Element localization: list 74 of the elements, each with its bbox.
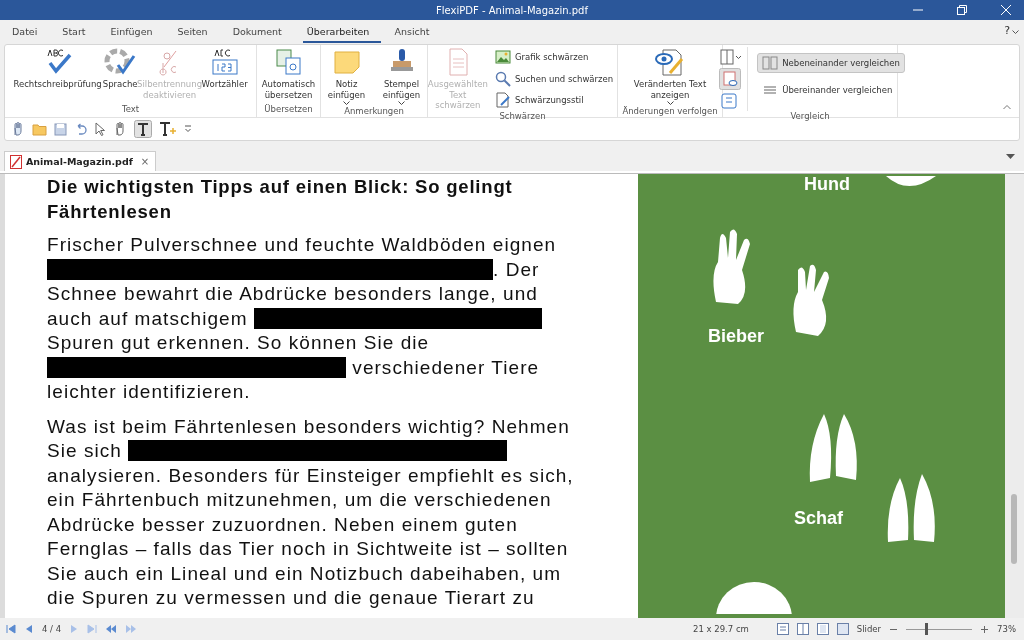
- zoom-mode-label: Slider: [856, 624, 882, 634]
- page-indicator: 4 / 4: [42, 624, 62, 634]
- zoom-in-icon[interactable]: [980, 624, 990, 634]
- ribbon-button[interactable]: Wortzähler: [201, 47, 248, 90]
- close-tab-button[interactable]: ×: [140, 156, 150, 167]
- continuous-page-icon[interactable]: [816, 623, 829, 635]
- menu-tab[interactable]: Ansicht: [390, 21, 442, 43]
- group-label: Übersetzen: [264, 104, 313, 116]
- picture-icon: [494, 49, 511, 65]
- window-title: FlexiPDF - Animal-Magazin.pdf: [436, 4, 588, 16]
- pointer-icon[interactable]: [94, 122, 106, 136]
- body-paragraph: Frischer Pulverschnee und feuchte Waldböden eignen . Der Schnee bewahrt die Abdrücke besonders lange, und auch auf matschigem Spuren gut erkennen. So können Sie die verschiedener Tiere leichter identifizieren.: [47, 233, 558, 404]
- caret-icon[interactable]: [1012, 30, 1019, 35]
- animal-label: Bieber: [708, 326, 765, 347]
- menu-tab[interactable]: Datei: [8, 21, 50, 43]
- ribbon-button[interactable]: Automatisch übersetzen: [261, 47, 316, 100]
- menu-tab[interactable]: Seiten: [173, 21, 220, 43]
- ribbon-button[interactable]: Stempel einfügen: [374, 47, 429, 106]
- first-page-icon[interactable]: [6, 624, 16, 634]
- ribbon-button[interactable]: Grafik schwärzen: [489, 47, 619, 67]
- caret-icon: [666, 101, 674, 106]
- animal-label: Schaf: [794, 508, 844, 529]
- group-label: Text: [121, 104, 140, 116]
- document-pen-icon: [494, 92, 511, 108]
- collapse-icon[interactable]: [1003, 104, 1011, 110]
- customize-icon[interactable]: [184, 124, 192, 134]
- group-label: Änderungen verfolgen: [622, 106, 718, 118]
- split-page-icon[interactable]: [719, 48, 744, 66]
- ribbon-button[interactable]: Suchen und schwärzen: [489, 68, 619, 89]
- ribbon-button[interactable]: Nebeneinander vergleichen: [757, 53, 905, 73]
- two-page-icon[interactable]: [796, 623, 809, 635]
- ribbon-button[interactable]: Übereinander vergleichen: [757, 80, 905, 100]
- search-icon: [494, 70, 511, 87]
- document-eye-icon[interactable]: [719, 68, 742, 90]
- group-label: Vergleich: [790, 111, 830, 123]
- globe-check-icon: [104, 47, 137, 77]
- vertical-scrollbar[interactable]: [1005, 174, 1024, 618]
- page-size: 21 x 29.7 cm: [693, 624, 749, 634]
- article-heading: Die wichtigsten Tipps auf einen Blick: So gelingt Fährtenlesen: [47, 175, 514, 224]
- body-paragraph: Was ist beim Fährtenlesen besonders wichtig? Nehmen Sie sich analysieren. Besonders für Einsteiger empfiehlt es sich, ein Fährtenbuch mitzunehmen, um die verschiedenen Abdrücke besser zuzuordnen. Neben einem guten Fernglas – falls das Tier noch in Sichtweite ist – sollten Sie auch ein Lineal und ein Notizbuch dabeihaben, um die Spuren zu vermessen und die genaue Tierart zu: [47, 414, 575, 610]
- menu-tab[interactable]: Start: [58, 21, 98, 43]
- text-add-icon[interactable]: [159, 121, 177, 137]
- dropdown-icon[interactable]: [1006, 154, 1015, 160]
- document-eye-icon: [654, 47, 686, 77]
- ribbon-button[interactable]: Sprache: [102, 47, 138, 90]
- group-label: Anmerkungen: [344, 106, 404, 118]
- ribbon-button[interactable]: Rechtschreibprüfung: [13, 47, 102, 90]
- animal-label: Hund: [804, 174, 850, 195]
- pdf-file-icon: [10, 154, 22, 169]
- text-tool-icon[interactable]: [134, 120, 152, 138]
- restore-icon[interactable]: [956, 4, 968, 16]
- tab-title: Animal-Magazin.pdf: [26, 156, 133, 167]
- group-label: Schwärzen: [499, 110, 546, 123]
- ribbon-button[interactable]: Schwärzungsstil: [489, 90, 619, 110]
- zoom-value: 73%: [997, 624, 1016, 634]
- slider-thumb[interactable]: [924, 623, 928, 635]
- side-by-side-icon: [762, 55, 779, 71]
- document-tab[interactable]: Animal-Magazin.pdf ×: [4, 151, 157, 171]
- full-page-icon[interactable]: [836, 623, 849, 635]
- back-icon[interactable]: [105, 624, 118, 634]
- previous-page-icon[interactable]: [24, 624, 34, 634]
- hand-icon[interactable]: [113, 122, 127, 136]
- caret-icon: [343, 101, 350, 106]
- menu-tab[interactable]: Dokument: [228, 21, 294, 43]
- save-icon[interactable]: [54, 122, 67, 136]
- ribbon-button[interactable]: Notiz einfügen: [319, 47, 374, 106]
- hand-icon[interactable]: [11, 122, 25, 136]
- single-page-icon[interactable]: [776, 623, 789, 635]
- caret-icon: [398, 101, 405, 106]
- help-button[interactable]: ?: [1004, 24, 1010, 37]
- ribbon-button[interactable]: Veränderten Text anzeigen: [630, 47, 710, 106]
- close-icon[interactable]: [1000, 4, 1012, 16]
- folder-icon[interactable]: [32, 122, 47, 136]
- menu-tab[interactable]: Einfügen: [106, 21, 165, 43]
